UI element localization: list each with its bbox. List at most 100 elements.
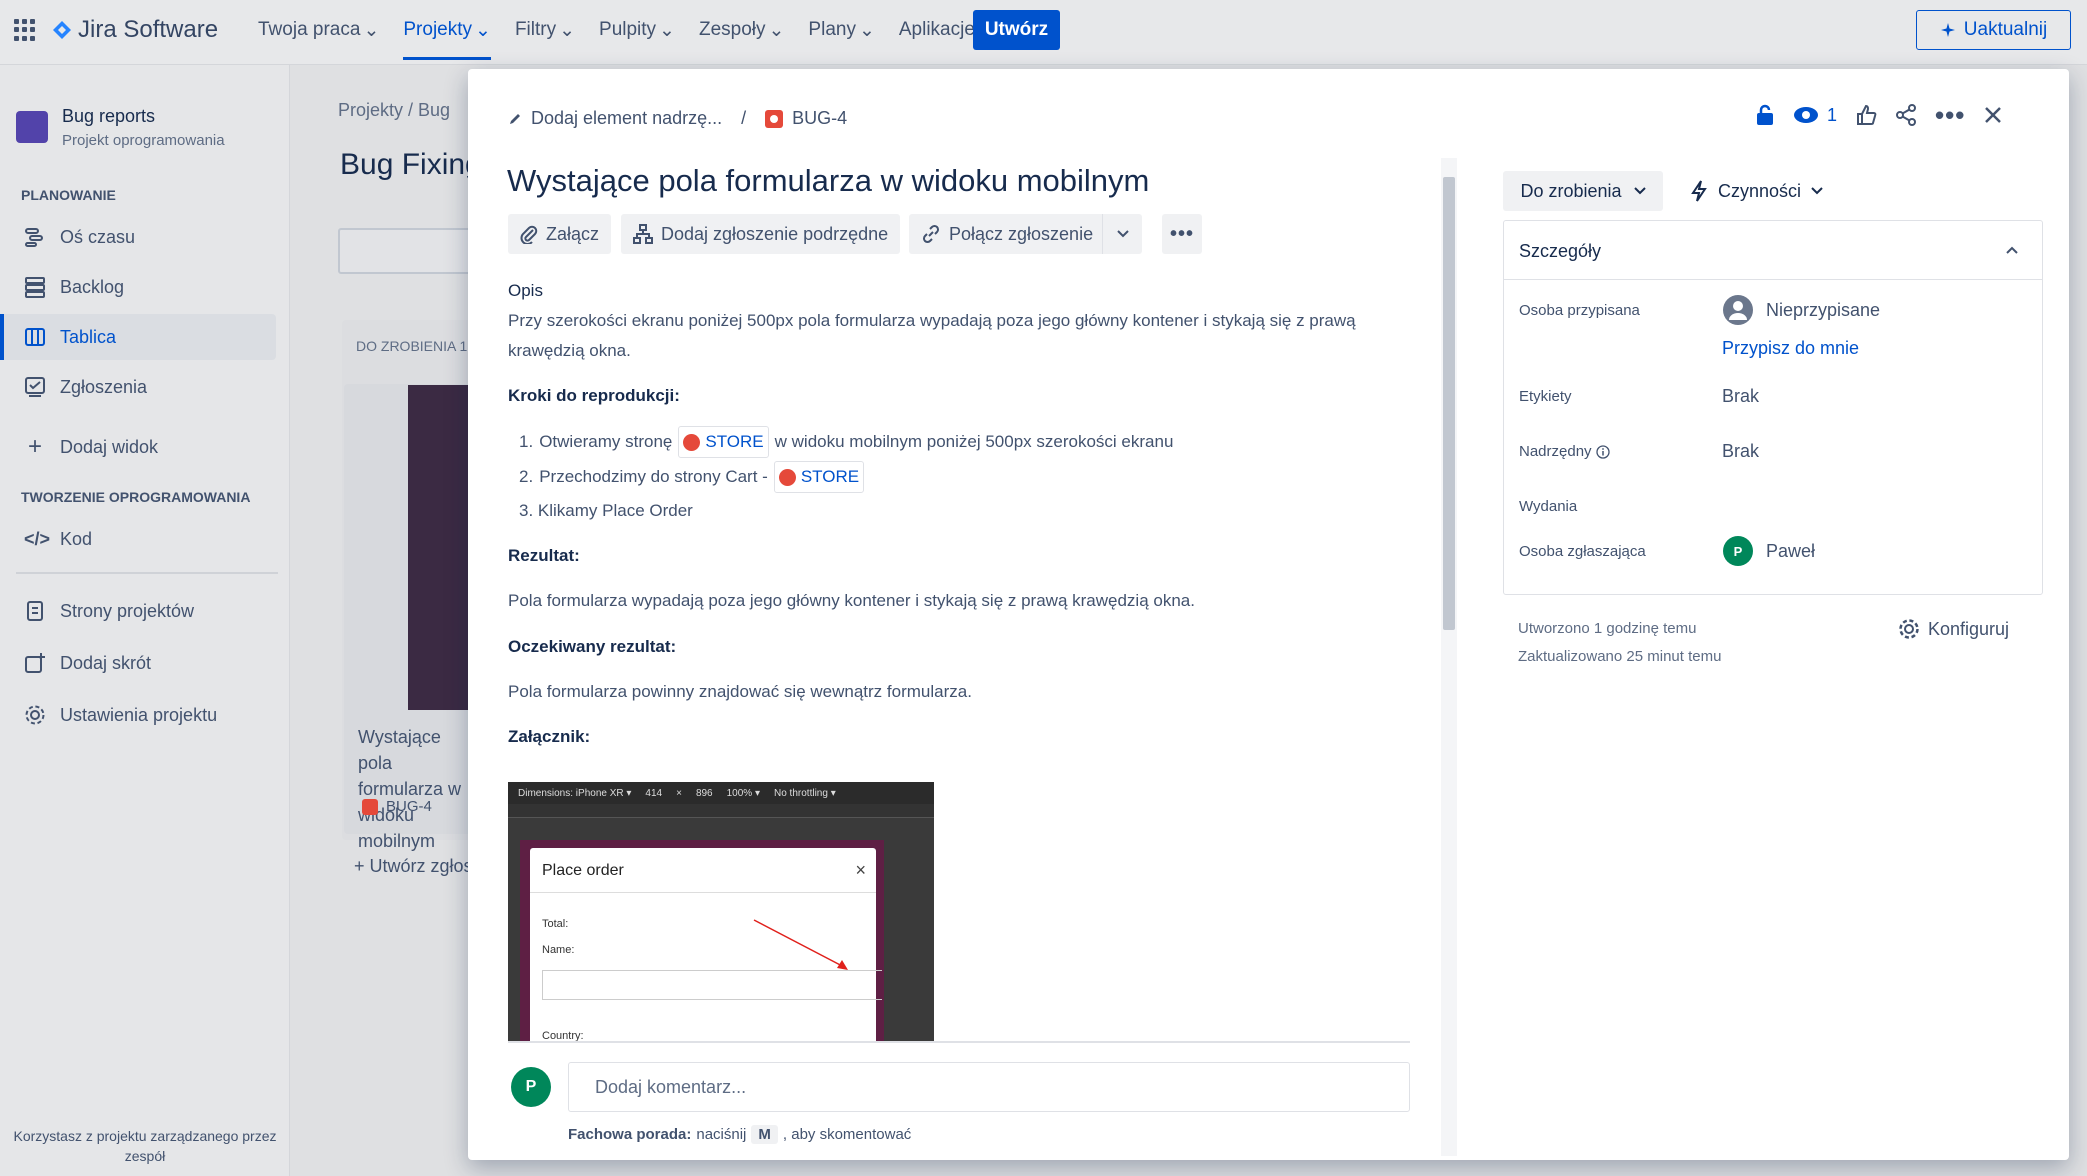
project-type: Projekt oprogramowania (62, 132, 225, 149)
store-icon (778, 468, 796, 486)
sidebar-item-timeline[interactable]: Oś czasu (0, 214, 276, 260)
total-label: Total: (542, 918, 569, 930)
card-key: BUG-4 (362, 798, 432, 815)
parent-label: Nadrzędny (1519, 443, 1610, 460)
result-text: Pola formularza wypadają poza jego główn… (508, 591, 1195, 610)
details-divider (1503, 279, 2043, 280)
store-link[interactable]: STORE (773, 461, 865, 493)
sidebar-item-add-view[interactable]: + Dodaj widok (0, 424, 276, 470)
sidebar-item-project-pages[interactable]: Strony projektów (0, 588, 276, 634)
labels-label: Etykiety (1519, 388, 1572, 405)
sidebar-divider (16, 572, 278, 574)
nav-projects[interactable]: Projekty ⌄ (403, 0, 491, 60)
steps-heading: Kroki do reprodukcji: (508, 386, 680, 405)
settings-icon (25, 705, 45, 725)
breadcrumb[interactable]: Projekty / Bug (338, 100, 450, 121)
updated-text: Zaktualizowano 25 minut temu (1518, 648, 1722, 665)
info-icon[interactable] (1595, 444, 1610, 459)
user-avatar: P (511, 1067, 551, 1107)
assignee-label: Osoba przypisana (1519, 302, 1640, 319)
reporter-value[interactable]: Paweł (1766, 541, 1815, 562)
name-label: Name: (542, 944, 575, 956)
attachment-image[interactable]: Dimensions: iPhone XR ▾ 414 × 896 100% ▾… (508, 782, 934, 1042)
lock-icon[interactable] (1755, 104, 1775, 126)
reporter-avatar: P (1723, 536, 1753, 566)
add-parent-link[interactable]: Dodaj element nadrzę... (531, 108, 722, 129)
plus-icon: + (27, 433, 42, 460)
comment-separator (508, 1041, 1410, 1043)
dialog-close-icon: × (855, 860, 866, 880)
sidebar-item-project-settings[interactable]: Ustawienia projektu (0, 692, 276, 738)
comment-input[interactable]: Dodaj komentarz... (568, 1062, 1410, 1112)
result-heading: Rezultat: (508, 546, 580, 565)
more-actions-button[interactable]: ••• (1162, 214, 1202, 254)
nav-plans[interactable]: Plany ⌄ (808, 0, 874, 60)
sidebar-item-backlog[interactable]: Backlog (0, 264, 276, 310)
issue-title[interactable]: Wystające pola formularza w widoku mobil… (507, 163, 1149, 199)
code-icon: </> (24, 528, 51, 549)
app-switcher-icon[interactable] (14, 19, 36, 41)
nav-dashboards[interactable]: Pulpity ⌄ (599, 0, 675, 60)
thumbs-up-icon[interactable] (1855, 104, 1877, 126)
backlog-icon (25, 277, 45, 298)
status-dropdown[interactable]: Do zrobienia (1503, 171, 1663, 211)
add-subtask-button[interactable]: Dodaj zgłoszenie podrzędne (621, 214, 901, 254)
expected-text: Pola formularza powinny znajdować się we… (508, 682, 972, 701)
devtools-bar: Dimensions: iPhone XR ▾ 414 × 896 100% ▾… (508, 782, 934, 804)
devtools-ruler (508, 804, 934, 818)
link-icon (922, 224, 940, 244)
sidebar-item-issues[interactable]: Zgłoszenia (0, 364, 276, 410)
step-1: 1. Otwieramy stronę STORE w widoku mobil… (519, 426, 1173, 458)
page-icon (27, 601, 43, 621)
bug-icon (362, 798, 378, 815)
more-icon: ••• (1169, 222, 1194, 245)
details-heading[interactable]: Szczegóły (1519, 241, 1601, 262)
reporter-label: Osoba zgłaszająca (1519, 543, 1646, 560)
assignee-value[interactable]: Nieprzypisane (1766, 300, 1880, 321)
unassigned-avatar-icon (1723, 295, 1753, 325)
project-name[interactable]: Bug reports (62, 106, 155, 127)
nav-your-work[interactable]: Twoja praca ⌄ (258, 0, 379, 60)
store-link[interactable]: STORE (678, 426, 769, 458)
chevron-down-icon (1633, 187, 1646, 195)
sidebar-item-code[interactable]: </> Kod (0, 516, 276, 562)
step-2: 2. Przechodzimy do strony Cart - STORE (519, 461, 865, 493)
labels-value[interactable]: Brak (1722, 386, 1759, 407)
configure-button[interactable]: Konfiguruj (1898, 618, 2009, 640)
attach-button[interactable]: Załącz (508, 214, 612, 254)
modal-header-actions: 1 ••• (1755, 102, 2003, 128)
timeline-icon (25, 228, 43, 247)
add-shortcut-icon (25, 653, 45, 673)
jira-logo[interactable]: Jira Software (52, 16, 218, 44)
actions-dropdown[interactable]: Czynności (1690, 171, 1823, 211)
red-arrow-icon (753, 919, 848, 970)
details-panel (1503, 220, 2043, 595)
more-icon[interactable]: ••• (1935, 102, 1965, 128)
parent-value[interactable]: Brak (1722, 441, 1759, 462)
link-issue-button[interactable]: Połącz zgłoszenie (909, 214, 1106, 254)
sidebar-item-board[interactable]: Tablica (0, 314, 276, 360)
link-dropdown-button[interactable] (1102, 214, 1142, 254)
column-header: DO ZROBIENIA 1 (356, 338, 468, 354)
close-icon[interactable] (1983, 105, 2003, 125)
description-intro[interactable]: Przy szerokości ekranu poniżej 500px pol… (508, 306, 1388, 366)
upgrade-button[interactable]: Uaktualnij (1916, 10, 2071, 50)
board-icon (25, 328, 45, 346)
watchers-button[interactable]: 1 (1793, 105, 1837, 126)
share-icon[interactable] (1895, 104, 1917, 126)
nav-teams[interactable]: Zespoły ⌄ (699, 0, 784, 60)
sidebar-item-add-shortcut[interactable]: Dodaj skrót (0, 640, 276, 686)
gear-icon (1899, 619, 1919, 639)
scrollbar-thumb[interactable] (1443, 177, 1455, 630)
planning-header: PLANOWANIE (21, 187, 116, 203)
nav-filters[interactable]: Filtry ⌄ (515, 0, 575, 60)
sparkle-icon (1940, 23, 1955, 37)
jira-diamond-icon (53, 21, 71, 39)
create-button[interactable]: Utwórz (973, 10, 1060, 50)
expected-heading: Oczekiwany rezultat: (508, 637, 677, 656)
chevron-up-icon[interactable] (2006, 246, 2018, 254)
comment-tip: Fachowa porada: naciśnij M , aby skoment… (568, 1125, 912, 1144)
issue-key-link[interactable]: BUG-4 (792, 108, 847, 129)
assign-to-me-link[interactable]: Przypisz do mnie (1722, 338, 1859, 359)
sidebar-footer: Korzystasz z projektu zarządzanego przez… (13, 1128, 277, 1164)
